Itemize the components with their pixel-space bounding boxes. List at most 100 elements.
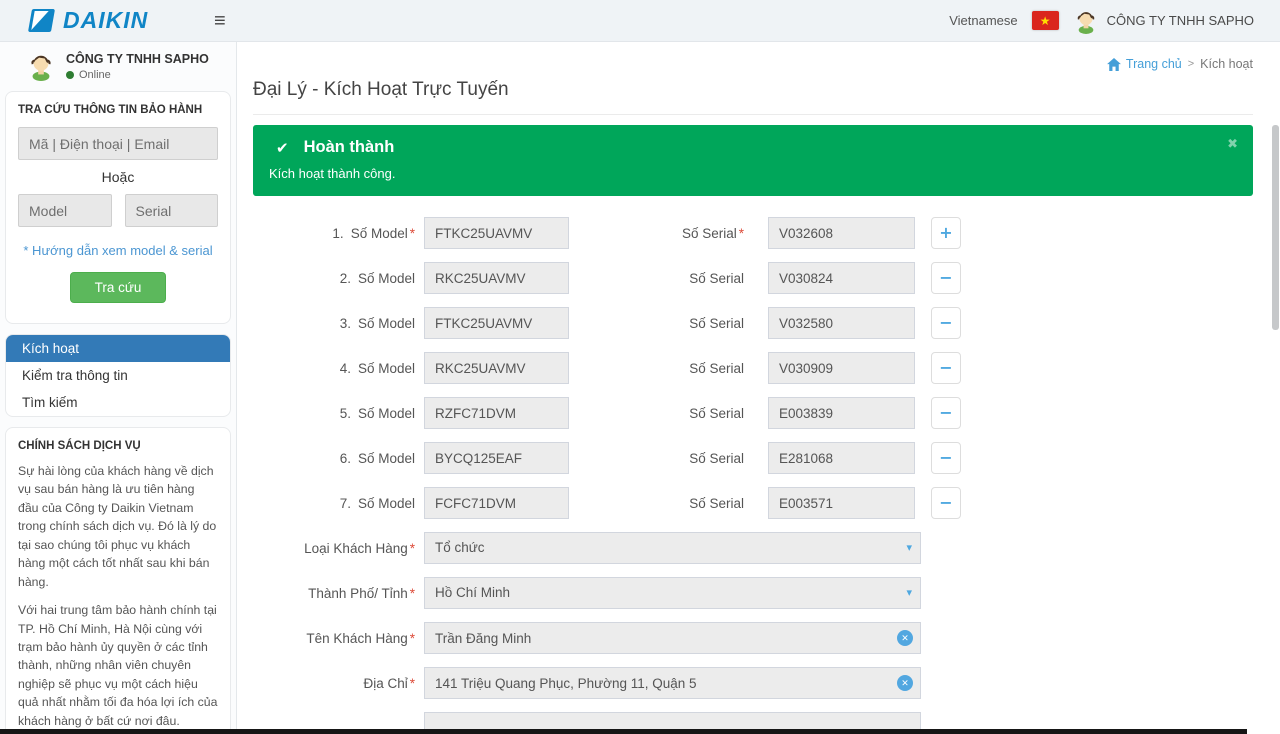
required-mark: * <box>410 631 415 646</box>
remove-row-button[interactable]: − <box>931 442 961 474</box>
customer-name-input[interactable] <box>424 622 921 654</box>
sidebar-item-tim-kiem[interactable]: Tìm kiếm <box>6 389 230 416</box>
lookup-submit-button[interactable]: Tra cứu <box>70 272 167 303</box>
vietnam-flag-icon[interactable]: ★ <box>1032 11 1059 30</box>
model-serial-guide-link[interactable]: * Hướng dẫn xem model & serial <box>18 243 218 258</box>
sidebar-item-kich-hoat[interactable]: Kích hoạt <box>6 335 230 362</box>
vertical-scrollbar[interactable] <box>1272 125 1279 330</box>
remove-row-button[interactable]: − <box>931 262 961 294</box>
lookup-serial-input[interactable] <box>125 194 219 227</box>
serial-label: Số Serial <box>689 496 744 511</box>
or-label: Hoặc <box>18 169 218 185</box>
sidebar-avatar-icon <box>26 51 56 81</box>
check-icon: ✔ <box>276 139 289 157</box>
serial-label: Số Serial <box>682 226 737 241</box>
remove-row-button[interactable]: − <box>931 487 961 519</box>
required-mark: * <box>739 226 744 241</box>
sidebar: CÔNG TY TNHH SAPHO Online TRA CỨU THÔNG … <box>0 42 237 734</box>
row-index: 6. <box>340 451 351 466</box>
success-alert: ✔ Hoàn thành Kích hoạt thành công. ✖ <box>253 125 1253 196</box>
sidebar-user-panel: CÔNG TY TNHH SAPHO Online <box>0 42 236 91</box>
customer-type-row: Loại Khách Hàng* Tổ chức ▾ <box>253 532 1253 564</box>
city-label: Thành Phố/ Tỉnh <box>308 586 408 601</box>
header-user-menu[interactable]: CÔNG TY TNHH SAPHO <box>1073 8 1254 34</box>
required-mark: * <box>410 541 415 556</box>
model-input[interactable] <box>424 262 569 294</box>
required-mark: * <box>410 226 415 241</box>
daikin-logo-text: DAIKIN <box>63 7 148 34</box>
serial-input[interactable] <box>768 262 915 294</box>
top-header: DAIKIN ≡ Vietnamese ★ CÔNG TY TNHH SAPHO <box>0 0 1280 42</box>
policy-title: CHÍNH SÁCH DỊCH VỤ <box>18 440 218 452</box>
device-row: 1.Số Model* Số Serial* + <box>253 217 1253 249</box>
serial-input[interactable] <box>768 307 915 339</box>
model-input[interactable] <box>424 217 569 249</box>
breadcrumb-home-label: Trang chủ <box>1126 57 1182 71</box>
address-label: Địa Chỉ <box>363 676 407 691</box>
required-mark: * <box>410 676 415 691</box>
alert-close-icon[interactable]: ✖ <box>1227 136 1238 152</box>
serial-label: Số Serial <box>689 316 744 331</box>
model-label: Số Model <box>358 316 415 331</box>
policy-paragraph-1: Sự hài lòng của khách hàng về dịch vụ sa… <box>18 462 218 591</box>
service-policy-card: CHÍNH SÁCH DỊCH VỤ Sự hài lòng của khách… <box>5 427 231 734</box>
add-row-button[interactable]: + <box>931 217 961 249</box>
customer-name-row: Tên Khách Hàng* ✕ <box>253 622 1253 654</box>
model-input[interactable] <box>424 487 569 519</box>
online-status: Online <box>66 69 209 81</box>
model-label: Số Model <box>358 361 415 376</box>
address-row: Địa Chỉ* ✕ <box>253 667 1253 699</box>
user-avatar-icon <box>1073 8 1099 34</box>
serial-input[interactable] <box>768 442 915 474</box>
lookup-model-input[interactable] <box>18 194 112 227</box>
breadcrumb-current: Kích hoạt <box>1200 57 1253 71</box>
page: DAIKIN ≡ Vietnamese ★ CÔNG TY TNHH SAPHO <box>0 0 1280 734</box>
activation-form: 1.Số Model* Số Serial* + 2.Số Model Số S… <box>253 217 1253 734</box>
customer-type-select[interactable]: Tổ chức <box>424 532 921 564</box>
serial-input[interactable] <box>768 397 915 429</box>
main-content: Trang chủ > Kích hoạt Đại Lý - Kích Hoạt… <box>237 42 1280 734</box>
language-label[interactable]: Vietnamese <box>949 13 1017 28</box>
lookup-search-input[interactable] <box>18 127 218 160</box>
sidebar-nav-card: Kích hoạt Kiểm tra thông tin Tìm kiếm <box>5 334 231 417</box>
hamburger-menu-icon[interactable]: ≡ <box>214 11 226 31</box>
policy-paragraph-2: Với hai trung tâm bảo hành chính tại TP.… <box>18 601 218 730</box>
online-dot-icon <box>66 71 74 79</box>
daikin-logo[interactable]: DAIKIN <box>0 7 200 34</box>
row-index: 4. <box>340 361 351 376</box>
address-input[interactable] <box>424 667 921 699</box>
device-row: 4. Số Model Số Serial − <box>253 352 1253 384</box>
clear-input-icon[interactable]: ✕ <box>897 675 913 691</box>
device-row: 3.Số Model Số Serial − <box>253 307 1253 339</box>
city-select[interactable]: Hồ Chí Minh <box>424 577 921 609</box>
model-input[interactable] <box>424 307 569 339</box>
breadcrumb-separator: > <box>1188 58 1194 70</box>
row-index: 1. <box>332 226 343 241</box>
serial-input[interactable] <box>768 352 915 384</box>
device-row: 2.Số Model Số Serial − <box>253 262 1253 294</box>
remove-row-button[interactable]: − <box>931 307 961 339</box>
clear-input-icon[interactable]: ✕ <box>897 630 913 646</box>
home-icon <box>1107 58 1121 71</box>
serial-label: Số Serial <box>689 451 744 466</box>
model-input[interactable] <box>424 397 569 429</box>
serial-input[interactable] <box>768 217 915 249</box>
serial-label: Số Serial <box>689 361 744 376</box>
breadcrumb: Trang chủ > Kích hoạt <box>253 42 1253 73</box>
serial-label: Số Serial <box>689 271 744 286</box>
model-input[interactable] <box>424 352 569 384</box>
row-index: 2. <box>340 271 351 286</box>
serial-input[interactable] <box>768 487 915 519</box>
bottom-edge-strip <box>0 729 1247 734</box>
remove-row-button[interactable]: − <box>931 352 961 384</box>
sidebar-user-name: CÔNG TY TNHH SAPHO <box>66 52 209 66</box>
row-index: 5. <box>340 406 351 421</box>
remove-row-button[interactable]: − <box>931 397 961 429</box>
customer-type-label: Loại Khách Hàng <box>304 541 408 556</box>
page-title: Đại Lý - Kích Hoạt Trực Tuyến <box>253 79 1253 115</box>
sidebar-item-kiem-tra-thong-tin[interactable]: Kiểm tra thông tin <box>6 362 230 389</box>
breadcrumb-home-link[interactable]: Trang chủ <box>1107 57 1182 71</box>
model-input[interactable] <box>424 442 569 474</box>
serial-label: Số Serial <box>689 406 744 421</box>
required-mark: * <box>410 586 415 601</box>
